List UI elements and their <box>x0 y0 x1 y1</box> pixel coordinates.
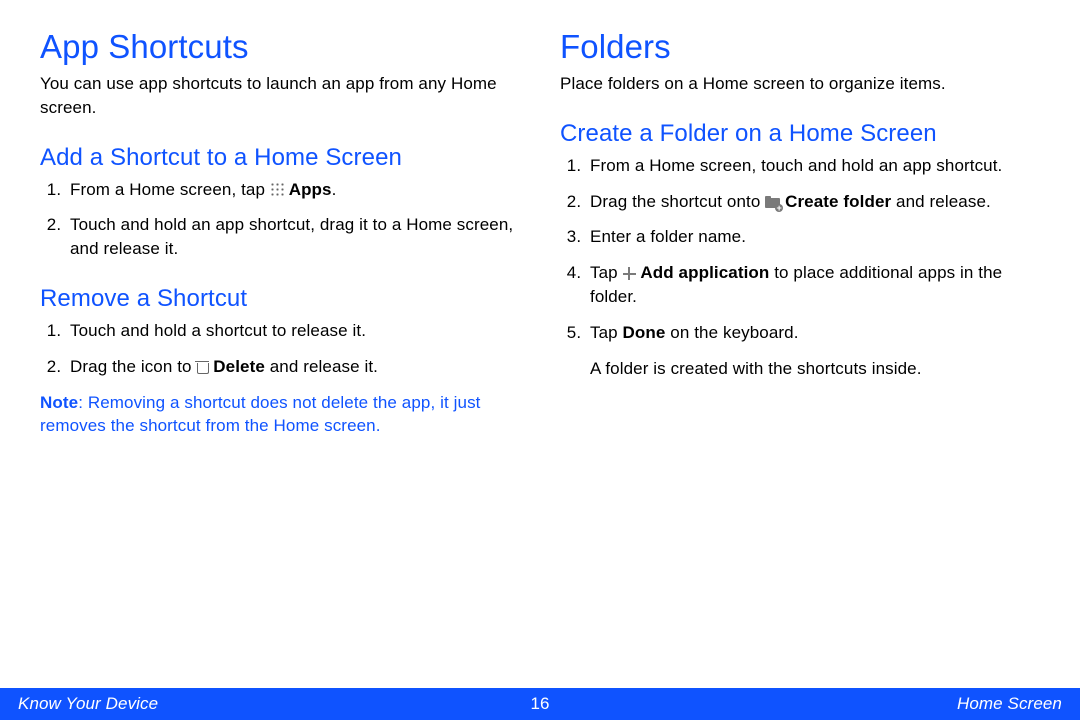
step-text: Drag the icon to <box>70 357 196 376</box>
footer-left: Know Your Device <box>0 694 510 714</box>
steps-remove-shortcut: Touch and hold a shortcut to release it.… <box>40 319 520 379</box>
page-body: App Shortcuts You can use app shortcuts … <box>0 0 1080 660</box>
heading-create-folder: Create a Folder on a Home Screen <box>560 120 1040 148</box>
steps-add-shortcut: From a Home screen, tap Apps. Touch and … <box>40 178 520 261</box>
list-item: Tap Add application to place additional … <box>586 261 1040 309</box>
heading-app-shortcuts: App Shortcuts <box>40 28 520 66</box>
note-remove-shortcut: Note: Removing a shortcut does not delet… <box>40 391 520 439</box>
apps-grid-icon <box>270 182 284 196</box>
step-text: Tap <box>590 263 623 282</box>
done-label: Done <box>623 323 666 342</box>
list-item: From a Home screen, touch and hold an ap… <box>586 154 1040 178</box>
list-item: Drag the icon to Delete and release it. <box>66 355 520 379</box>
heading-folders: Folders <box>560 28 1040 66</box>
list-item: From a Home screen, tap Apps. <box>66 178 520 202</box>
delete-label: Delete <box>213 357 265 376</box>
step-text: . <box>332 180 337 199</box>
step-text: Drag the shortcut onto <box>590 192 765 211</box>
step-text: on the keyboard. <box>665 323 798 342</box>
page-footer: Know Your Device 16 Home Screen <box>0 688 1080 720</box>
create-folder-label: Create folder <box>785 192 891 211</box>
step-text: and release it. <box>265 357 378 376</box>
left-column: App Shortcuts You can use app shortcuts … <box>40 28 520 660</box>
steps-create-folder: From a Home screen, touch and hold an ap… <box>560 154 1040 381</box>
create-folder-icon <box>765 196 780 208</box>
heading-remove-shortcut: Remove a Shortcut <box>40 285 520 313</box>
list-item: Touch and hold a shortcut to release it. <box>66 319 520 343</box>
list-item: Tap Done on the keyboard. A folder is cr… <box>586 321 1040 381</box>
note-body: : Removing a shortcut does not delete th… <box>40 393 481 436</box>
list-item: Drag the shortcut onto Create folder and… <box>586 190 1040 214</box>
intro-folders: Place folders on a Home screen to organi… <box>560 72 1040 96</box>
trash-icon <box>196 360 208 374</box>
step-text: From a Home screen, tap <box>70 180 270 199</box>
list-item: Enter a folder name. <box>586 225 1040 249</box>
add-application-label: Add application <box>640 263 769 282</box>
result-text: A folder is created with the shortcuts i… <box>590 357 1040 381</box>
footer-page-number: 16 <box>510 694 570 714</box>
step-text: Tap <box>590 323 623 342</box>
intro-app-shortcuts: You can use app shortcuts to launch an a… <box>40 72 520 120</box>
right-column: Folders Place folders on a Home screen t… <box>560 28 1040 660</box>
apps-label: Apps <box>289 180 332 199</box>
list-item: Touch and hold an app shortcut, drag it … <box>66 213 520 261</box>
note-label: Note <box>40 393 78 412</box>
plus-icon <box>623 267 636 280</box>
step-text: and release. <box>891 192 991 211</box>
heading-add-shortcut: Add a Shortcut to a Home Screen <box>40 144 520 172</box>
footer-right: Home Screen <box>570 694 1080 714</box>
